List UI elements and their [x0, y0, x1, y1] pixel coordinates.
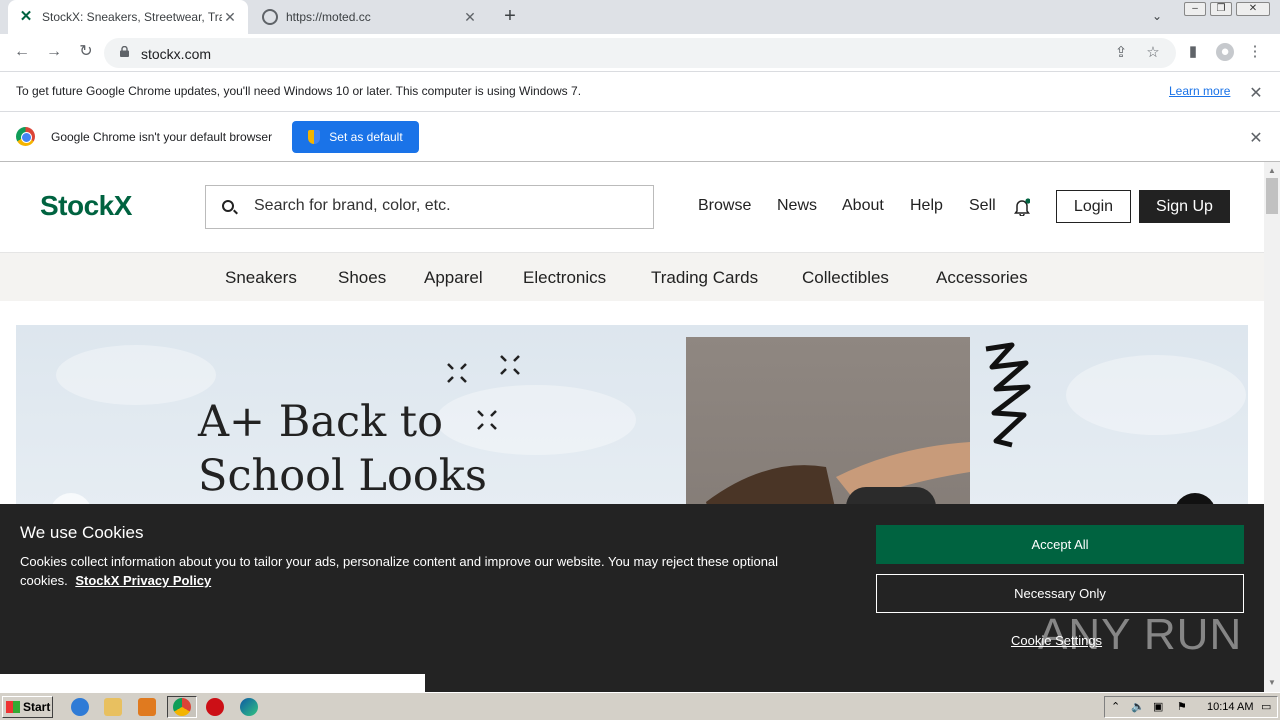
cloud-decoration [56, 345, 216, 405]
learn-more-link[interactable]: Learn more [1169, 84, 1230, 98]
tab-moted[interactable]: https://moted.cc ✕ [252, 0, 488, 34]
share-icon[interactable]: ⇪ [1112, 44, 1130, 62]
start-label: Start [23, 700, 51, 714]
necessary-only-button[interactable]: Necessary Only [876, 574, 1244, 613]
set-as-default-label: Set as default [329, 130, 403, 144]
default-browser-message: Google Chrome isn't your default browser [51, 130, 273, 144]
ie-icon[interactable] [71, 698, 89, 716]
bookmark-star-icon[interactable]: ☆ [1144, 44, 1162, 62]
close-icon[interactable]: ✕ [1248, 128, 1264, 148]
category-sneakers[interactable]: Sneakers [225, 268, 297, 288]
opera-icon[interactable] [206, 698, 224, 716]
privacy-policy-link[interactable]: StockX Privacy Policy [75, 573, 211, 588]
clock[interactable]: 10:14 AM [1207, 701, 1253, 713]
tab-strip: ✕ StockX: Sneakers, Streetwear, Tradi ✕ … [0, 0, 1280, 34]
category-apparel[interactable]: Apparel [424, 268, 483, 288]
shield-icon [308, 130, 321, 144]
windows-taskbar: Start ⌃ 🔈 ▣ ⚑ 10:14 AM ▭ [0, 692, 1280, 720]
page-scrollbar[interactable]: ▲ ▼ [1264, 162, 1280, 692]
windows-flag-icon [6, 701, 20, 713]
edge-icon[interactable] [240, 698, 258, 716]
close-tab-icon[interactable]: ✕ [222, 9, 238, 26]
stockx-logo[interactable]: StockX [40, 190, 132, 222]
nav-about[interactable]: About [842, 197, 884, 215]
default-browser-infobar: Google Chrome isn't your default browser… [0, 112, 1280, 162]
chrome-icon [173, 698, 191, 716]
sparkle-icon [477, 410, 497, 430]
close-icon[interactable]: ✕ [1248, 83, 1264, 103]
update-infobar: To get future Google Chrome updates, you… [0, 72, 1280, 112]
stockx-favicon-icon: ✕ [19, 8, 33, 25]
anyrun-watermark: ANY RUN [1038, 610, 1243, 659]
back-arrow-icon[interactable]: ← [12, 42, 32, 62]
category-electronics[interactable]: Electronics [523, 268, 606, 288]
sparkle-icon [447, 363, 467, 383]
explorer-folder-icon[interactable] [104, 698, 122, 716]
cookie-banner: We use Cookies Cookies collect informati… [0, 504, 1264, 692]
media-player-icon[interactable] [138, 698, 156, 716]
nav-sell[interactable]: Sell [969, 197, 996, 215]
search-input[interactable] [254, 197, 634, 215]
update-message: To get future Google Chrome updates, you… [16, 84, 582, 98]
browser-toolbar: ← → ↻ stockx.com ⇪ ☆ ▮ ● ⋮ [0, 34, 1280, 72]
show-desktop-icon[interactable]: ▭ [1261, 700, 1271, 713]
login-button[interactable]: Login [1056, 190, 1131, 223]
volume-icon[interactable]: 🔈 [1131, 700, 1145, 713]
cookie-text: Cookies collect information about you to… [20, 552, 780, 590]
lock-icon [120, 46, 129, 57]
nav-browse[interactable]: Browse [698, 197, 751, 215]
nav-news[interactable]: News [777, 197, 817, 215]
hero-title-line: School Looks [198, 451, 487, 501]
tab-stockx[interactable]: ✕ StockX: Sneakers, Streetwear, Tradi ✕ [8, 0, 248, 34]
cloud-decoration [1066, 355, 1246, 435]
scroll-up-arrow-icon[interactable]: ▲ [1264, 166, 1280, 175]
scrollbar-thumb[interactable] [1266, 178, 1278, 214]
hero-title: A+ Back to School Looks [198, 395, 487, 503]
side-panel-icon[interactable]: ▮ [1184, 43, 1202, 61]
nav-help[interactable]: Help [910, 197, 943, 215]
tab-title: https://moted.cc [286, 10, 371, 24]
action-center-flag-icon[interactable]: ⚑ [1177, 700, 1187, 713]
reload-icon[interactable]: ↻ [76, 42, 96, 62]
scroll-down-arrow-icon[interactable]: ▼ [1264, 678, 1280, 687]
category-shoes[interactable]: Shoes [338, 268, 386, 288]
category-bar: Sneakers Shoes Apparel Electronics Tradi… [0, 252, 1264, 301]
chrome-logo-icon [16, 127, 35, 146]
profile-avatar-icon[interactable]: ● [1216, 43, 1234, 61]
address-bar[interactable]: stockx.com ⇪ ☆ [104, 38, 1176, 68]
category-collectibles[interactable]: Collectibles [802, 268, 889, 288]
globe-icon [262, 9, 278, 25]
site-search[interactable] [205, 185, 654, 229]
network-icon[interactable]: ▣ [1153, 700, 1163, 713]
notification-bell-icon[interactable] [1014, 198, 1030, 216]
search-icon [222, 200, 234, 212]
forward-arrow-icon[interactable]: → [44, 42, 64, 62]
signup-button[interactable]: Sign Up [1139, 190, 1230, 223]
set-as-default-button[interactable]: Set as default [292, 121, 419, 153]
cookie-heading: We use Cookies [20, 523, 144, 542]
start-button[interactable]: Start [2, 696, 53, 718]
category-trading-cards[interactable]: Trading Cards [651, 268, 758, 288]
close-window-button[interactable]: ✕ [1236, 2, 1270, 16]
tray-expand-icon[interactable]: ⌃ [1111, 700, 1120, 713]
squiggle-decoration [985, 342, 1031, 448]
new-tab-button[interactable]: + [500, 6, 520, 26]
tab-title: StockX: Sneakers, Streetwear, Tradi [42, 10, 222, 24]
menu-kebab-icon[interactable]: ⋮ [1246, 43, 1264, 61]
category-accessories[interactable]: Accessories [936, 268, 1028, 288]
accept-all-button[interactable]: Accept All [876, 525, 1244, 564]
close-tab-icon[interactable]: ✕ [462, 9, 478, 26]
restore-button[interactable]: ❐ [1210, 2, 1232, 16]
sparkle-icon [500, 355, 520, 375]
tab-search-chevron-icon[interactable]: ⌄ [1152, 9, 1162, 23]
system-tray: ⌃ 🔈 ▣ ⚑ 10:14 AM ▭ [1104, 696, 1278, 718]
white-strip [0, 674, 425, 692]
minimize-button[interactable]: – [1184, 2, 1206, 16]
hero-title-line: A+ Back to [198, 397, 443, 447]
url-text: stockx.com [141, 46, 212, 62]
